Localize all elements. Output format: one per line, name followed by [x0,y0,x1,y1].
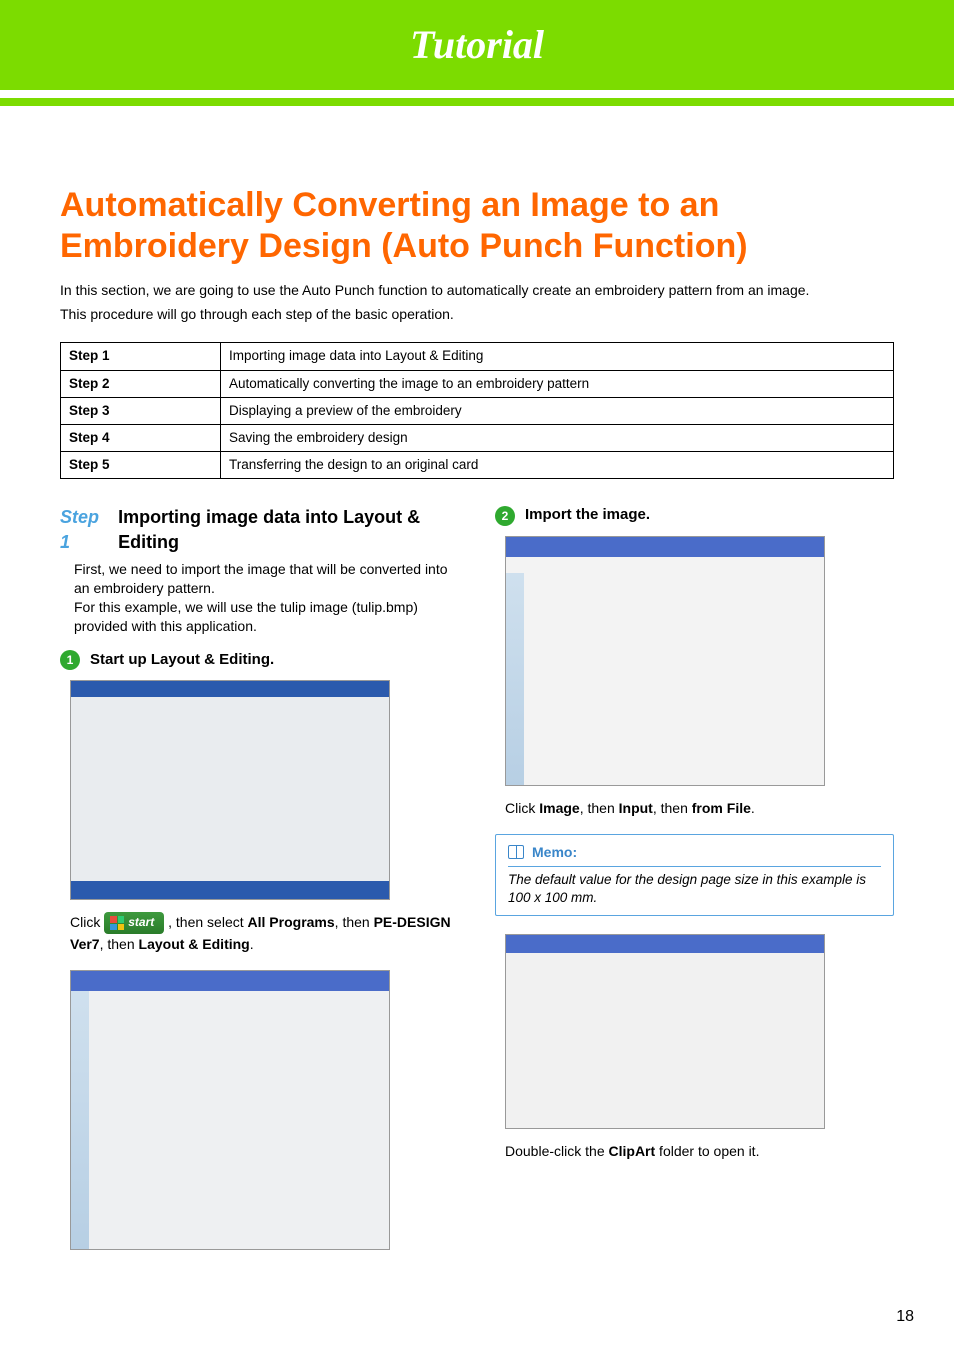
txt: , then [335,914,374,930]
step-label: Step 4 [61,425,221,452]
step-desc: Saving the embroidery design [221,425,894,452]
step1-title: Importing image data into Layout & Editi… [118,505,459,554]
layout-editing: Layout & Editing [139,936,250,952]
table-row: Step 1 Importing image data into Layout … [61,343,894,370]
txt: . [250,936,254,952]
windows-logo-icon [110,916,124,930]
instruction-import: Click Image, then Input, then from File. [495,798,894,818]
clipart-folder: ClipArt [609,1143,656,1159]
start-button: start [104,912,164,933]
txt: Click [70,914,104,930]
steps-table: Step 1 Importing image data into Layout … [60,342,894,479]
txt: . [751,800,755,816]
page-title: Automatically Converting an Image to an … [60,185,894,267]
menu-image: Image [539,800,579,816]
txt: , then [100,936,139,952]
txt: Double-click the [505,1143,609,1159]
step1-para1: First, we need to import the image that … [74,560,459,598]
table-row: Step 4 Saving the embroidery design [61,425,894,452]
left-column: Step 1 Importing image data into Layout … [60,505,459,1262]
table-row: Step 5 Transferring the design to an ori… [61,452,894,479]
page-number: 18 [896,1306,914,1328]
table-row: Step 2 Automatically converting the imag… [61,370,894,397]
instruction-clipart: Double-click the ClipArt folder to open … [495,1141,894,1161]
start-label: start [128,914,154,931]
memo-label: Memo: [532,843,577,862]
menu-input: Input [619,800,653,816]
txt: Click [505,800,539,816]
step-label: Step 2 [61,370,221,397]
badge-1: 1 [60,650,80,670]
intro-paragraph-1: In this section, we are going to use the… [60,281,894,300]
screenshot-open-dialog [505,934,825,1129]
header: Tutorial [0,0,954,90]
step-label: Step 3 [61,397,221,424]
memo-body: The default value for the design page si… [508,871,881,907]
step-desc: Displaying a preview of the embroidery [221,397,894,424]
txt: folder to open it. [655,1143,759,1159]
instruction-start-menu: Click start , then select All Programs, … [60,912,459,954]
step-label: Step 1 [61,343,221,370]
step-desc: Importing image data into Layout & Editi… [221,343,894,370]
memo-box: Memo: The default value for the design p… [495,834,894,916]
step1-label: Step 1 [60,505,110,554]
table-row: Step 3 Displaying a preview of the embro… [61,397,894,424]
step-desc: Transferring the design to an original c… [221,452,894,479]
step-label: Step 5 [61,452,221,479]
step1-para2: For this example, we will use the tulip … [74,598,459,636]
all-programs: All Programs [248,914,335,930]
menu-from-file: from File [692,800,751,816]
txt: , then [580,800,619,816]
txt: , then select [168,914,247,930]
site-title: Tutorial [410,18,544,72]
book-icon [508,845,524,859]
screenshot-start-menu [70,680,390,900]
txt: , then [653,800,692,816]
sub1-text: Start up Layout & Editing. [90,650,274,670]
step-desc: Automatically converting the image to an… [221,370,894,397]
badge-2: 2 [495,506,515,526]
right-column: 2 Import the image. Click Image, then In… [495,505,894,1262]
screenshot-layout-editing [70,970,390,1250]
screenshot-import-menu [505,536,825,786]
intro-paragraph-2: This procedure will go through each step… [60,305,894,324]
sub2-text: Import the image. [525,505,650,525]
